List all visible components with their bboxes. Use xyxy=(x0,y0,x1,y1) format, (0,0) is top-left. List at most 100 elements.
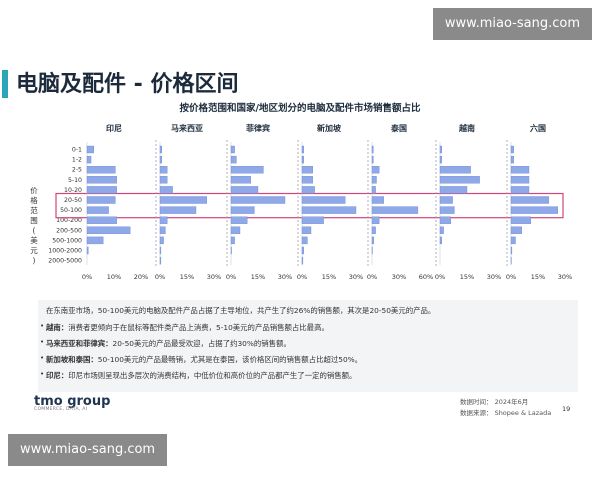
bar xyxy=(86,206,109,214)
bar xyxy=(159,236,164,245)
tick-label: 15% xyxy=(251,273,265,281)
tick-label: 10% xyxy=(107,273,121,281)
bar xyxy=(510,196,549,204)
bar xyxy=(86,155,92,164)
bar xyxy=(301,226,312,235)
bar xyxy=(86,236,104,245)
note-label: 越南： xyxy=(46,323,69,332)
category-label: 2-5 xyxy=(72,167,82,174)
note-item-singapore-thailand: 新加坡和泰国：50-100美元的产品最畅销，尤其是在泰国，该价格区间的销售额占比… xyxy=(46,354,362,365)
ylabel-char: 格 xyxy=(30,195,38,205)
bar xyxy=(371,155,374,164)
bar xyxy=(230,186,259,194)
data-time: 数据时间： 2024年6月 xyxy=(460,398,529,406)
note-text: 20-50美元的产品最受欢迎，占据了约30%的销售额。 xyxy=(112,339,291,348)
ylabel-char: 价 xyxy=(30,186,38,195)
bar xyxy=(230,246,232,255)
bar xyxy=(86,186,117,194)
bar xyxy=(510,155,514,164)
category-label: 1000-2000 xyxy=(48,248,82,255)
panel-title: 六国 xyxy=(530,123,546,133)
bar xyxy=(301,176,314,184)
tick-label: 0% xyxy=(82,273,92,281)
tick-label: 30% xyxy=(392,273,406,281)
bar xyxy=(159,145,162,154)
note-text: 50-100美元的产品最畅销，尤其是在泰国，该价格区间的销售额占比超过50%。 xyxy=(97,355,363,364)
ylabel-char: 围 xyxy=(30,216,38,225)
note-item-malaysia-philippines: 马来西亚和菲律宾：20-50美元的产品最受欢迎，占据了约30%的销售额。 xyxy=(46,338,291,349)
bar xyxy=(230,176,251,184)
tick-label: 0% xyxy=(506,273,516,281)
bar xyxy=(510,176,530,184)
bar xyxy=(159,246,162,255)
bar xyxy=(86,176,117,184)
tick-label: 15% xyxy=(531,273,545,281)
bullet-icon: • xyxy=(40,370,45,378)
bar xyxy=(86,216,117,224)
note-item-vietnam: 越南：消费者更倾向于在鼠标等配件类产品上消费，5-10美元的产品销售额占比最高。 xyxy=(46,322,329,333)
bar xyxy=(230,145,235,154)
bar xyxy=(230,226,241,235)
tick-label: 30% xyxy=(207,273,221,281)
tick-label: 30% xyxy=(558,273,572,281)
note-item-indonesia: 印尼：印尼市场则呈现出多层次的消费结构，中低价位和高价位的产品都产生了一定的销售… xyxy=(46,370,356,381)
panel-title: 菲律宾 xyxy=(246,123,270,133)
price-range-chart: 按价格范围和国家/地区划分的电脑及配件市场销售额占比 0-1 1-2 2-5 5-10 1… xyxy=(30,102,572,281)
bar xyxy=(159,165,168,174)
ylabel-char: 美 xyxy=(30,235,38,245)
bar xyxy=(86,246,89,255)
ylabel-char: ) xyxy=(33,256,36,265)
watermark-bottom: www.miao-sang.com xyxy=(8,434,168,466)
chart-title: 按价格范围和国家/地区划分的电脑及配件市场销售额占比 xyxy=(180,102,421,114)
brand-tagline: COMMERCE, DATA, AI xyxy=(34,407,88,412)
ylabel-char: 元 xyxy=(30,246,38,255)
bar xyxy=(371,196,384,204)
data-source: 数据来源： Shopee & Lazada xyxy=(460,409,552,417)
bar xyxy=(86,196,116,204)
bar xyxy=(439,216,452,224)
tick-label: 0% xyxy=(435,273,445,281)
ylabel-char: ( xyxy=(33,226,36,235)
tick-label: 30% xyxy=(349,273,363,281)
tick-label: 15% xyxy=(180,273,194,281)
ylabel-char: 范 xyxy=(30,205,38,215)
bar xyxy=(301,216,324,224)
bar xyxy=(301,236,308,245)
bar xyxy=(159,155,162,164)
bar xyxy=(159,256,162,265)
bar xyxy=(230,196,286,204)
tick-label: 15% xyxy=(322,273,336,281)
tick-label: 0% xyxy=(226,273,236,281)
note-label: 印尼： xyxy=(46,371,69,380)
bar xyxy=(371,216,380,224)
notes-intro: 在东南亚市场，50-100美元的电脑及配件产品占据了主导地位，共产生了约26%的… xyxy=(46,306,436,315)
tick-label: 15% xyxy=(460,273,474,281)
tick-label: 30% xyxy=(487,273,501,281)
bar xyxy=(301,206,357,214)
bar xyxy=(439,155,442,164)
bar xyxy=(159,206,197,214)
bar xyxy=(86,165,116,174)
tick-label: 0% xyxy=(297,273,307,281)
bar xyxy=(371,176,377,184)
bar xyxy=(439,226,444,235)
note-label: 马来西亚和菲律宾： xyxy=(46,339,113,348)
panel-title: 越南 xyxy=(458,123,475,133)
bar xyxy=(301,155,304,164)
category-label: 2000-5000 xyxy=(48,258,82,265)
category-label: 5-10 xyxy=(68,177,82,184)
bullet-icon: • xyxy=(40,322,45,330)
bar xyxy=(510,165,530,174)
category-label: 50-100 xyxy=(60,207,82,214)
category-label: 200-500 xyxy=(56,227,82,234)
bar xyxy=(371,145,374,154)
bar xyxy=(439,145,442,154)
category-label: 500-1000 xyxy=(52,237,82,244)
bar xyxy=(439,196,453,204)
bar xyxy=(301,186,315,194)
note-text: 印尼市场则呈现出多层次的消费结构，中低价位和高价位的产品都产生了一定的销售额。 xyxy=(68,371,357,380)
bar xyxy=(301,145,304,154)
page-number: 19 xyxy=(562,405,571,413)
bar xyxy=(510,145,514,154)
bar xyxy=(230,206,255,214)
